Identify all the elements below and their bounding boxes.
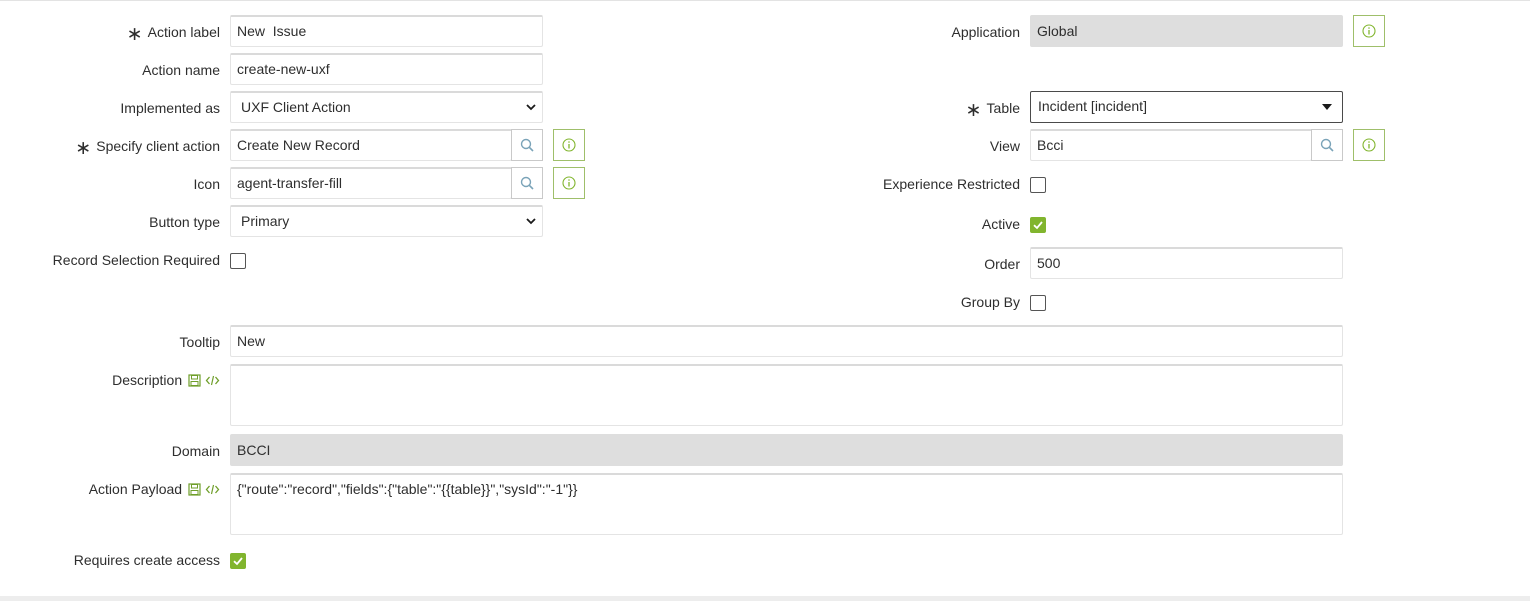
- action-payload-field-tools: [188, 483, 220, 496]
- group-by-checkbox[interactable]: [1030, 295, 1046, 311]
- active-label: Active: [981, 216, 1020, 232]
- icon-label: Icon: [193, 176, 220, 192]
- icon-input[interactable]: agent-transfer-fill: [230, 167, 512, 199]
- caret-down-icon: [1322, 104, 1332, 110]
- check-icon: [233, 557, 243, 566]
- info-icon: [1362, 138, 1376, 152]
- order-label: Order: [984, 256, 1020, 272]
- specify-client-action-info-button[interactable]: [553, 129, 585, 161]
- search-icon: [520, 138, 534, 152]
- search-icon: [1320, 138, 1334, 152]
- button-type-select[interactable]: Primary: [230, 205, 543, 237]
- group-by-label: Group By: [960, 294, 1020, 310]
- button-type-label: Button type: [149, 214, 220, 230]
- action-label-input[interactable]: New Issue: [230, 15, 543, 47]
- experience-restricted-label: Experience Restricted: [883, 176, 1020, 192]
- search-icon: [520, 176, 534, 190]
- icon-lookup-button[interactable]: [511, 167, 543, 199]
- table-label: ∗ Table: [965, 100, 1020, 121]
- action-payload-textarea[interactable]: {"route":"record","fields":{"table":"{{t…: [230, 473, 1343, 535]
- save-icon[interactable]: [188, 483, 201, 496]
- required-asterisk-icon: ∗: [126, 24, 143, 45]
- implemented-as-select[interactable]: UXF Client Action: [230, 91, 543, 123]
- application-label: Application: [951, 24, 1021, 40]
- specify-client-action-lookup-button[interactable]: [511, 129, 543, 161]
- implemented-as-label: Implemented as: [120, 100, 220, 116]
- view-lookup-button[interactable]: [1311, 129, 1343, 161]
- save-icon[interactable]: [188, 374, 201, 387]
- bottom-divider: [0, 596, 1530, 601]
- action-name-label: Action name: [142, 62, 220, 78]
- active-checkbox[interactable]: [1030, 217, 1046, 233]
- table-select[interactable]: Incident [incident]: [1030, 91, 1343, 123]
- order-input[interactable]: 500: [1030, 247, 1343, 279]
- chevron-down-icon: [526, 218, 536, 225]
- description-field-tools: [188, 374, 220, 387]
- description-label: Description: [20, 371, 220, 389]
- view-info-button[interactable]: [1353, 129, 1385, 161]
- tooltip-label: Tooltip: [179, 334, 220, 350]
- view-input[interactable]: Bcci: [1030, 129, 1312, 161]
- required-asterisk-icon: ∗: [965, 100, 982, 121]
- application-field: Global: [1030, 15, 1343, 47]
- experience-restricted-checkbox[interactable]: [1030, 177, 1046, 193]
- action-payload-label: Action Payload: [20, 480, 220, 498]
- requires-create-access-label: Requires create access: [73, 552, 220, 568]
- specify-client-action-input[interactable]: Create New Record: [230, 129, 512, 161]
- application-info-button[interactable]: [1353, 15, 1385, 47]
- tooltip-input[interactable]: New: [230, 325, 1343, 357]
- info-icon: [1362, 24, 1376, 38]
- record-selection-required-checkbox[interactable]: [230, 253, 246, 269]
- top-divider: [0, 0, 1530, 1]
- record-selection-required-label: Record Selection Required: [52, 252, 220, 268]
- check-icon: [1033, 221, 1043, 230]
- action-name-input[interactable]: create-new-uxf: [230, 53, 543, 85]
- action-label-label: ∗ Action label: [126, 24, 220, 45]
- code-icon[interactable]: [205, 374, 220, 387]
- domain-field: BCCI: [230, 434, 1343, 466]
- description-textarea[interactable]: [230, 364, 1343, 426]
- required-asterisk-icon: ∗: [75, 138, 92, 159]
- requires-create-access-checkbox[interactable]: [230, 553, 246, 569]
- chevron-down-icon: [526, 104, 536, 111]
- code-icon[interactable]: [205, 483, 220, 496]
- info-icon: [562, 176, 576, 190]
- icon-info-button[interactable]: [553, 167, 585, 199]
- domain-label: Domain: [171, 443, 220, 459]
- info-icon: [562, 138, 576, 152]
- specify-client-action-label: ∗ Specify client action: [75, 138, 220, 159]
- view-label: View: [989, 138, 1020, 154]
